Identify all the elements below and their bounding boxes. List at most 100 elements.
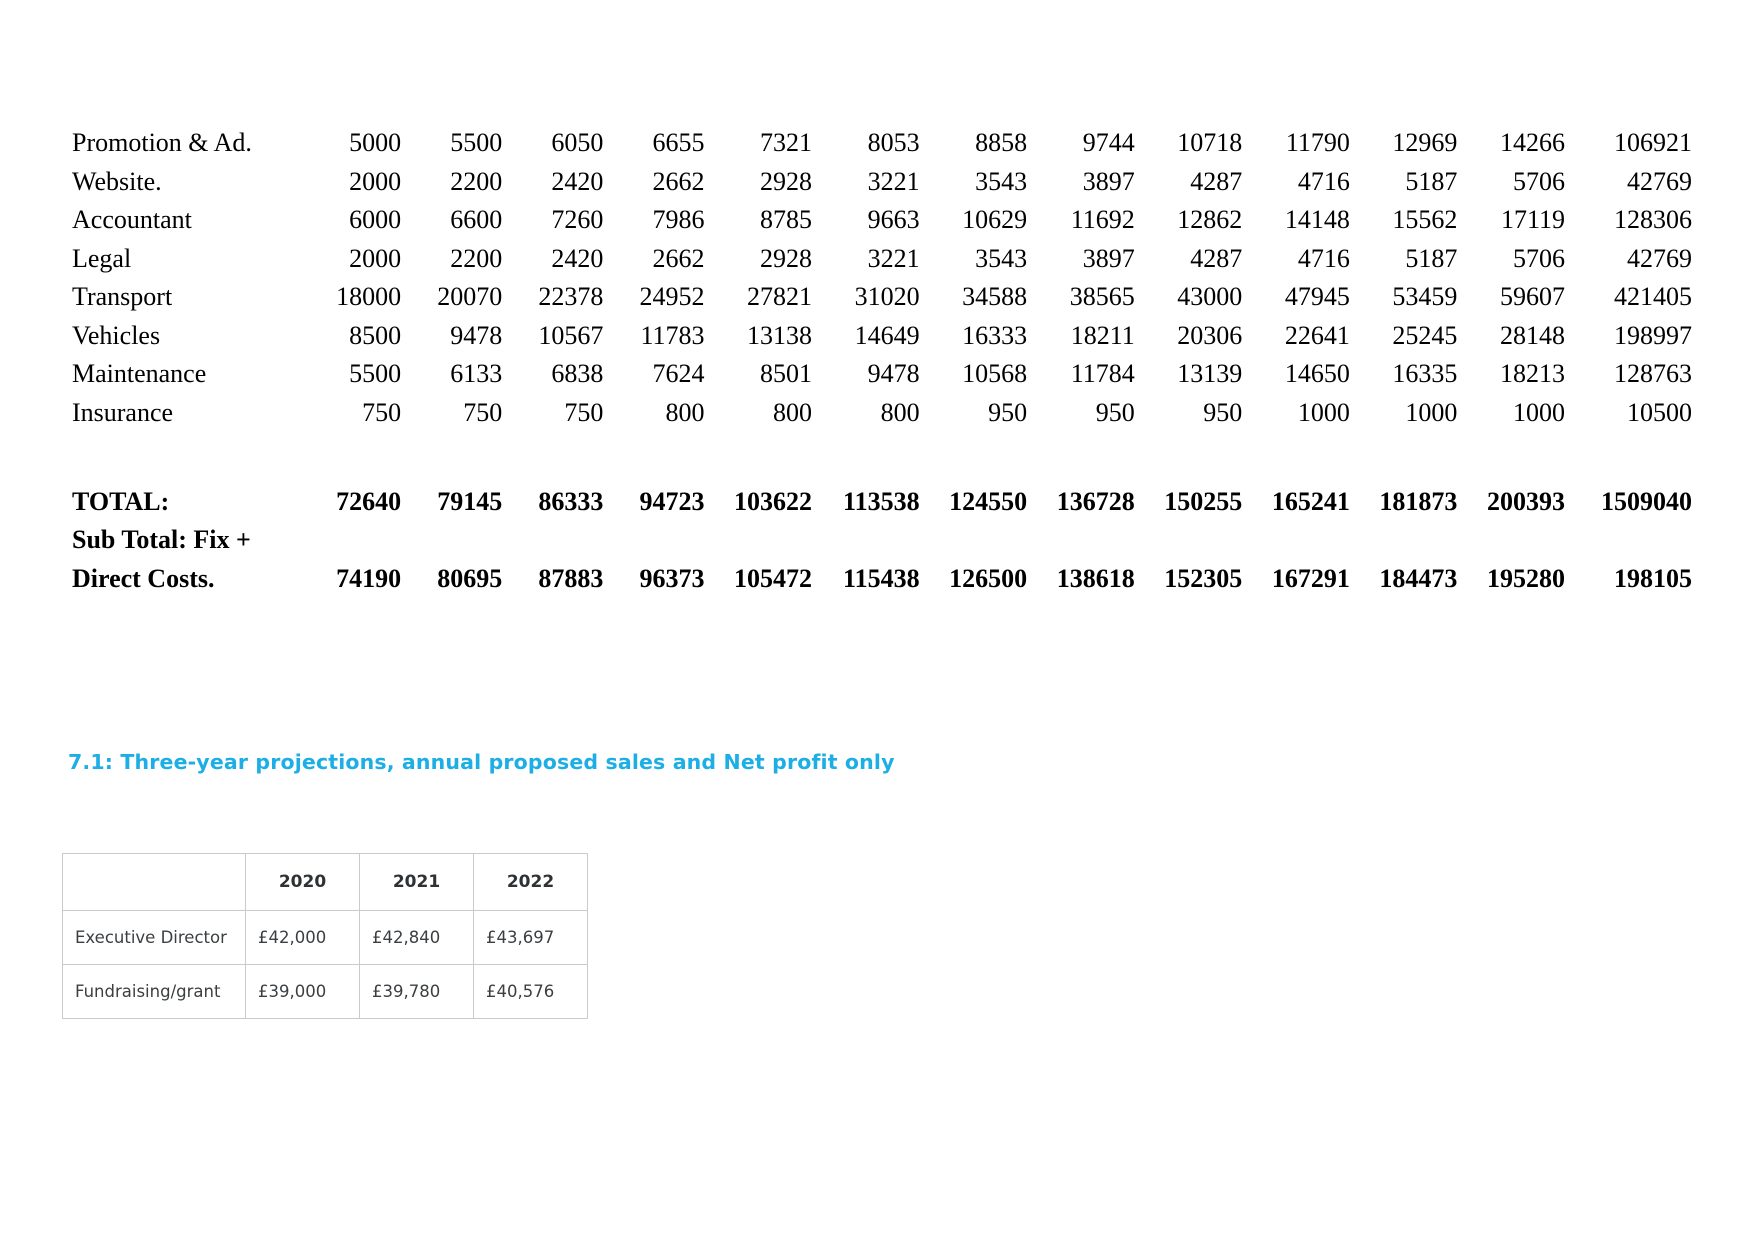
cell-value: 2200 [450, 166, 503, 196]
cell-value: 2420 [551, 166, 604, 196]
section-heading: 7.1: Three-year projections, annual prop… [68, 750, 895, 774]
cell-value: 8785 [760, 205, 813, 235]
cell-value: 9663 [867, 205, 920, 235]
cell-value: 1000 [1405, 397, 1458, 427]
cell-value: 5706 [1512, 166, 1565, 196]
subtotal-cell-value: 184473 [1379, 564, 1458, 593]
cell-value: 16335 [1392, 359, 1458, 389]
cell-value: 3221 [867, 166, 920, 196]
cell-value: 3897 [1082, 243, 1135, 273]
table-row: Maintenance 5500 6133 6838 7624 8501 947… [72, 355, 1692, 394]
cell-value: 4716 [1297, 166, 1350, 196]
cell-value: 2420 [551, 243, 604, 273]
row-label-executive-director: Executive Director [62, 910, 246, 965]
cell-value: 20306 [1177, 320, 1243, 350]
cell-value: 22641 [1284, 320, 1350, 350]
total-cell-grand: 1509040 [1601, 486, 1692, 516]
cell-value: 17119 [1500, 205, 1565, 235]
cell-value: 7624 [652, 359, 705, 389]
cell-value: 47945 [1284, 282, 1350, 312]
cell-value: 1000 [1297, 397, 1350, 427]
subtotal-label-empty [300, 521, 1692, 560]
cell-value: 27821 [747, 282, 813, 312]
total-cell-value: 165241 [1271, 486, 1350, 516]
cell-total: 198997 [1614, 320, 1692, 350]
cell-value: 18213 [1499, 359, 1565, 389]
total-cell-value: 72640 [336, 486, 402, 516]
cell-value: 6050 [551, 128, 604, 158]
cell-total: 128763 [1614, 359, 1692, 389]
subtotal-cell-value: 96373 [639, 564, 705, 593]
cell-value: 10629 [962, 205, 1028, 235]
cell-value: 8053 [867, 128, 920, 158]
cell-value: 1000 [1512, 397, 1565, 427]
row-label: Legal [72, 243, 132, 273]
spacer-cell [72, 432, 1692, 482]
cell-value: 5500 [450, 128, 503, 158]
cell-value: 12862 [1177, 205, 1243, 235]
cell-value: 11783 [640, 320, 705, 350]
table-row-subtotal: Direct Costs. 74190 80695 87883 96373 10… [72, 560, 1692, 599]
table-row: Legal 2000 2200 2420 2662 2928 3221 3543… [72, 240, 1692, 279]
total-cell-value: 124550 [949, 486, 1028, 516]
three-year-projection-table: 2020 2021 2022 Executive Director £42,00… [62, 853, 588, 1019]
cell-value: 750 [463, 397, 503, 427]
cell-value: £42,840 [359, 910, 474, 965]
subtotal-cell-value: 152305 [1164, 564, 1243, 593]
subtotal-cell-value: 105472 [734, 564, 813, 593]
cell-value: £40,576 [473, 964, 588, 1019]
cell-value: 4287 [1190, 243, 1243, 273]
subtotal-cell-value: 115438 [843, 564, 920, 593]
subtotal-cell-value: 126500 [949, 564, 1028, 593]
cell-value: 18000 [336, 282, 402, 312]
cell-value: 2928 [760, 166, 813, 196]
cell-value: 5187 [1405, 243, 1458, 273]
table-row-subtotal-label: Sub Total: Fix + [72, 521, 1692, 560]
cell-value: 3543 [975, 243, 1028, 273]
table-header-row: 2020 2021 2022 [62, 853, 588, 911]
cell-value: £43,697 [473, 910, 588, 965]
cell-value: 38565 [1069, 282, 1135, 312]
cell-value: 8500 [349, 320, 402, 350]
column-header-2022: 2022 [473, 853, 588, 911]
cell-value: 15562 [1392, 205, 1458, 235]
cell-value: 7260 [551, 205, 604, 235]
cell-value: 5187 [1405, 166, 1458, 196]
subtotal-cell-value: 74190 [336, 564, 402, 593]
cell-total: 42769 [1627, 166, 1692, 196]
cell-value: £39,780 [359, 964, 474, 1019]
total-cell-value: 113538 [843, 486, 920, 516]
column-header-2020: 2020 [245, 853, 360, 911]
cell-total: 42769 [1627, 243, 1692, 273]
row-label: Maintenance [72, 359, 207, 389]
cell-value: 10568 [962, 359, 1028, 389]
cell-value: 7986 [652, 205, 705, 235]
table-row: Promotion & Ad. 5000 5500 6050 6655 7321… [72, 124, 1692, 163]
cell-value: 25245 [1392, 320, 1458, 350]
cost-breakdown-table: Promotion & Ad. 5000 5500 6050 6655 7321… [72, 124, 1692, 599]
total-cell-value: 79145 [437, 486, 503, 516]
cell-value: 9478 [867, 359, 920, 389]
total-cell-value: 103622 [734, 486, 813, 516]
subtotal-cell-value: 195280 [1486, 564, 1565, 593]
cell-value: 6655 [652, 128, 705, 158]
cell-total: 10500 [1627, 397, 1692, 427]
cell-value: 2928 [760, 243, 813, 273]
cell-value: 16333 [962, 320, 1028, 350]
cell-value: 6838 [551, 359, 604, 389]
subtotal-cell-value: 80695 [437, 564, 503, 593]
cell-value: 9478 [450, 320, 503, 350]
cell-value: £39,000 [245, 964, 360, 1019]
cell-value: 11692 [1070, 205, 1135, 235]
table-row: Insurance 750 750 750 800 800 800 950 95… [72, 394, 1692, 433]
row-label: Website. [72, 166, 162, 196]
cost-breakdown-table-container: Promotion & Ad. 5000 5500 6050 6655 7321… [72, 124, 1692, 599]
cell-value: 53459 [1392, 282, 1458, 312]
cell-value: 3897 [1082, 166, 1135, 196]
total-row-label: TOTAL: [72, 486, 170, 516]
cell-value: 2000 [349, 243, 402, 273]
cell-value: 14148 [1284, 205, 1350, 235]
cell-value: 6133 [450, 359, 503, 389]
total-cell-value: 136728 [1056, 486, 1135, 516]
cell-value: £42,000 [245, 910, 360, 965]
